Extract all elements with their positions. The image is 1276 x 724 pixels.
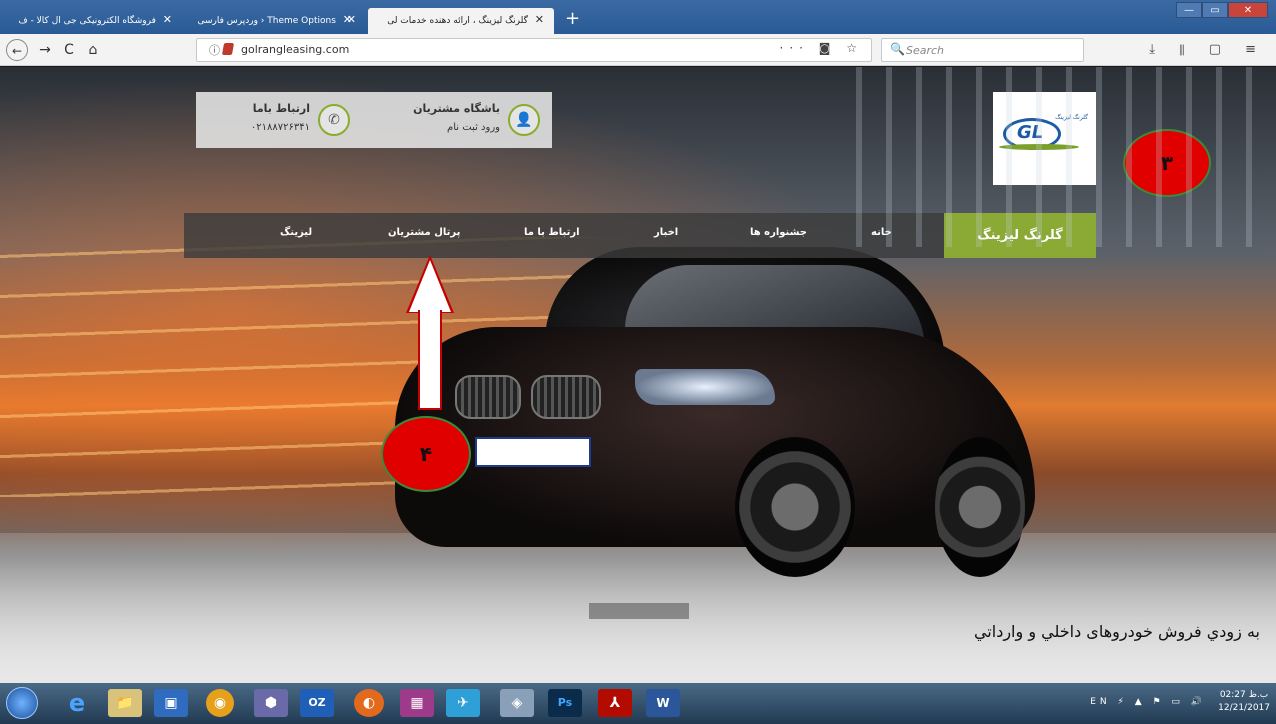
back-button[interactable]: ← (6, 39, 28, 61)
logo-ring (1003, 118, 1061, 150)
logo-letters: GL (1017, 122, 1044, 143)
contact-phone[interactable]: ۰۲۱۸۸۷۲۶۳۴۱ (206, 122, 310, 133)
maximize-button[interactable]: ▭ (1202, 2, 1228, 18)
tab-label: گلرنگ لیزینگ ، ارائه دهنده خدمات لی (387, 16, 528, 26)
search-icon: 🔍 (890, 42, 905, 56)
reload-button[interactable]: C (58, 39, 80, 61)
annotation-arrow-shaft (418, 310, 442, 410)
firefox-icon[interactable]: ◐ (354, 689, 384, 717)
contact-title: ارتباط باما (252, 102, 310, 115)
logo-text: گلرنگ لیزینگ (1055, 114, 1088, 121)
windows-taskbar: e 📁 ▣ ◉ ⬢ OZ ◐ ▦ ✈ ◈ Ps ⅄ W EN ⚡ ▲ ⚑ ▭ 🔊… (0, 683, 1276, 724)
contact-panel: 👤 باشگاه مشتریان ورود ثبت نام ✆ ارتباط ب… (196, 92, 552, 148)
hero-car-image (395, 247, 1035, 587)
word-icon[interactable]: W (646, 689, 680, 717)
window-controls: — ▭ ✕ (1176, 2, 1268, 18)
annotation-arrow-head (409, 260, 451, 312)
close-icon[interactable]: ✕ (163, 13, 172, 26)
logo-swoosh (999, 144, 1079, 150)
address-bar[interactable]: ⓘ golrangleasing.com ··· ◙ ☆ (196, 38, 872, 62)
menu-item-news[interactable]: اخبار (654, 227, 678, 238)
clock-date: 12/21/2017 (1218, 703, 1270, 713)
page-actions-icons[interactable]: ··· ◙ ☆ (780, 41, 863, 55)
webpage-viewport: GL گلرنگ لیزینگ 👤 باشگاه مشتریان ورود ثب… (0, 67, 1276, 683)
main-menu: خانه جشنواره ها اخبار ارتباط با ما پرتال… (184, 213, 944, 258)
tab-gl-kala[interactable]: ✕ فروشگاه الکترونیکی جی ال کالا - ف (4, 8, 182, 34)
explorer-icon[interactable]: 📁 (108, 689, 142, 717)
insecure-lock-icon (221, 43, 235, 55)
slider-indicator (589, 603, 689, 619)
car-grille-left (455, 375, 521, 419)
tab-wordpress[interactable]: ✕ (346, 8, 366, 34)
search-input[interactable]: 🔍 Search (881, 38, 1084, 62)
menu-brand-button[interactable]: گلرنگ لیزینگ (944, 213, 1096, 258)
close-icon[interactable]: ✕ (535, 13, 544, 26)
club-login-links[interactable]: ورود ثبت نام (388, 122, 500, 133)
url-text[interactable]: golrangleasing.com (241, 43, 349, 56)
window-close-button[interactable]: ✕ (1228, 2, 1268, 18)
acrobat-icon[interactable]: ⅄ (598, 689, 632, 717)
menu-item-contact[interactable]: ارتباط با ما (524, 227, 580, 238)
tab-label: فروشگاه الکترونیکی جی ال کالا - ف (18, 16, 156, 26)
user-icon: 👤 (508, 104, 540, 136)
ie-icon[interactable]: e (60, 689, 94, 717)
car-grille-right (531, 375, 601, 419)
minimize-button[interactable]: — (1176, 2, 1202, 18)
hero-tagline: به زودي فروش خودروهای داخلي و وارداتي (973, 622, 1260, 641)
tool-icon[interactable]: ▦ (400, 689, 434, 717)
browser-tab-bar: ✕ فروشگاه الکترونیکی جی ال کالا - ف ✕ Th… (0, 0, 1276, 34)
search-placeholder: Search (906, 44, 945, 57)
site-logo[interactable]: GL گلرنگ لیزینگ (993, 92, 1096, 185)
photoshop-icon[interactable]: Ps (548, 689, 582, 717)
annotation-badge-4: ۴ (381, 416, 471, 492)
app2-icon[interactable]: ◈ (500, 689, 534, 717)
menu-item-customer-portal[interactable]: پرتال مشتریان (388, 227, 460, 238)
media-icon[interactable]: ▣ (154, 689, 188, 717)
system-tray[interactable]: EN ⚡ ▲ ⚑ ▭ 🔊 (1090, 697, 1206, 707)
tab-theme-options[interactable]: ✕ Theme Options ‹ وردپرس فارسی (186, 8, 362, 34)
chrome-icon[interactable]: ◉ (206, 689, 234, 717)
car-rear-wheel (935, 437, 1025, 577)
phone-icon: ✆ (318, 104, 350, 136)
forward-button[interactable]: → (34, 39, 56, 61)
menu-item-home[interactable]: خانه (871, 227, 892, 238)
start-button[interactable] (6, 687, 38, 719)
info-icon[interactable]: ⓘ (209, 42, 220, 58)
menu-item-leasing[interactable]: لیزینگ (280, 227, 312, 238)
clock-time: 02:27 ب.ظ (1219, 690, 1269, 700)
taskbar-clock[interactable]: 02:27 ب.ظ 12/21/2017 (1218, 689, 1270, 715)
tab-golrang-leasing[interactable]: ✕ گلرنگ لیزینگ ، ارائه دهنده خدمات لی (368, 8, 554, 34)
home-button[interactable]: ⌂ (82, 39, 104, 61)
browser-nav-bar: ← → C ⌂ ⓘ golrangleasing.com ··· ◙ ☆ 🔍 S… (0, 34, 1276, 66)
close-icon[interactable]: ✕ (347, 13, 356, 26)
annotation-badge-3: ۳ (1123, 129, 1211, 197)
app-icon[interactable]: ⬢ (254, 689, 288, 717)
car-front-wheel (735, 437, 855, 577)
car-license-plate (475, 437, 591, 467)
tab-label: Theme Options ‹ وردپرس فارسی (197, 16, 336, 26)
menu-item-festivals[interactable]: جشنواره ها (750, 227, 807, 238)
car-headlight (635, 369, 775, 405)
club-title: باشگاه مشتریان (413, 102, 500, 115)
new-tab-button[interactable]: + (565, 10, 580, 28)
outlook-icon[interactable]: OZ (300, 689, 334, 717)
toolbar-icons[interactable]: ⤓ ⫴ ▢ ≡ (1149, 42, 1266, 57)
telegram-icon[interactable]: ✈ (446, 689, 480, 717)
